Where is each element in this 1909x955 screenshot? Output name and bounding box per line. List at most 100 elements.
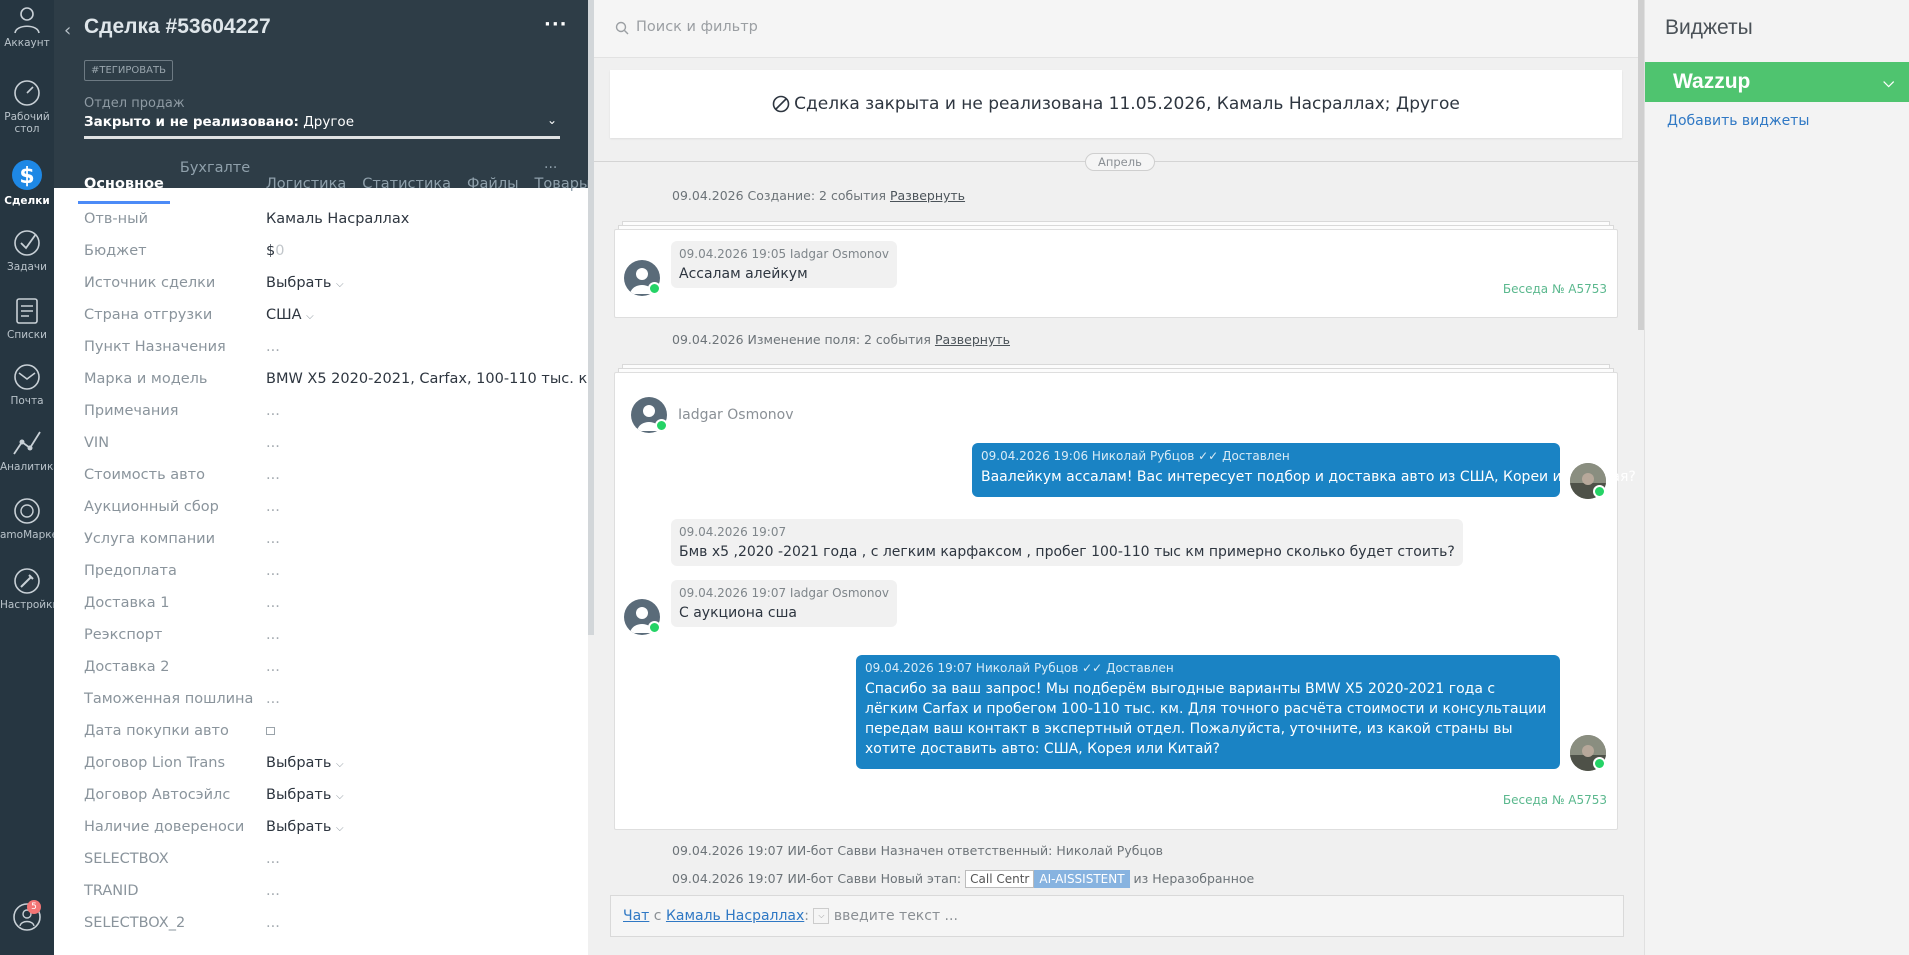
contact-link[interactable]: Камаль Насраллах: [666, 908, 804, 924]
conversation-link[interactable]: Беседа № A5753: [1503, 282, 1607, 296]
chevron-down-icon[interactable]: ⌵: [813, 908, 830, 924]
field-purchase-date[interactable]: Дата покупки авто: [84, 716, 564, 748]
field-prepayment[interactable]: Предоплата...: [84, 556, 564, 588]
nav-analytics[interactable]: Аналитика: [0, 428, 60, 473]
wazzup-widget[interactable]: Wazzup ⌵: [1645, 62, 1909, 102]
tabs-more-button[interactable]: ···: [544, 160, 557, 176]
field-tranid[interactable]: TRANID...: [84, 876, 564, 908]
event-stage-changed: 09.04.2026 19:07 ИИ-бот Савви Новый этап…: [672, 870, 1254, 888]
field-select[interactable]: Выбрать ⌵: [266, 755, 344, 771]
field-select[interactable]: Выбрать ⌵: [266, 787, 344, 803]
field-value[interactable]: $0: [266, 243, 284, 259]
nav-lists[interactable]: Списки: [0, 296, 54, 341]
field-value[interactable]: ...: [266, 339, 280, 355]
field-label: Услуга компании: [84, 531, 216, 547]
tag-button[interactable]: #ТЕГИРОВАТЬ: [84, 60, 173, 81]
nav-mail[interactable]: Почта: [0, 362, 54, 407]
feed-panel: Поиск и фильтр Сделка закрыта и не реали…: [594, 0, 1644, 955]
field-power-of-attorney[interactable]: Наличие довереноси Выбрать ⌵: [84, 812, 564, 844]
expand-link[interactable]: Развернуть: [935, 332, 1010, 347]
field-value[interactable]: ...: [266, 531, 280, 547]
field-auction-fee[interactable]: Аукционный сбор...: [84, 492, 564, 524]
select-value: Выбрать: [266, 819, 332, 835]
nav-chats[interactable]: 5: [0, 900, 54, 935]
select-value: Выбрать: [266, 787, 332, 803]
back-arrow-icon[interactable]: ‹: [64, 20, 71, 41]
sender-name: Iadgar Osmonov: [678, 407, 794, 423]
field-label: Дата покупки авто: [84, 723, 229, 739]
field-delivery-1[interactable]: Доставка 1...: [84, 588, 564, 620]
nav-label: Аналитика: [0, 461, 60, 473]
field-responsible[interactable]: Отв-ный Камаль Насраллах: [84, 204, 564, 236]
field-value[interactable]: ...: [266, 915, 280, 931]
search-bar[interactable]: Поиск и фильтр: [594, 0, 1638, 58]
chevron-down-icon[interactable]: ⌵: [1883, 62, 1894, 102]
tab-statistics[interactable]: Статистика: [362, 176, 451, 204]
field-select[interactable]: США ⌵: [266, 307, 314, 323]
field-selectbox[interactable]: SELECTBOX...: [84, 844, 564, 876]
field-value[interactable]: Камаль Насраллах: [266, 211, 409, 227]
search-input[interactable]: Поиск и фильтр: [636, 19, 758, 35]
chat-compose[interactable]: Чат с Камаль Насраллах: ⌵ введите текст …: [610, 895, 1624, 937]
field-shipping-country[interactable]: Страна отгрузки США ⌵: [84, 300, 564, 332]
field-value[interactable]: ...: [266, 499, 280, 515]
nav-dashboard[interactable]: Рабочий стол: [0, 78, 54, 135]
field-label: SELECTBOX: [84, 851, 169, 867]
stage-new-chip: AI-AISSISTENT: [1034, 870, 1130, 888]
expand-link[interactable]: Развернуть: [890, 188, 965, 203]
field-vin[interactable]: VIN...: [84, 428, 564, 460]
field-value[interactable]: ...: [266, 467, 280, 483]
more-options-icon[interactable]: ···: [544, 14, 568, 35]
field-selectbox-2[interactable]: SELECTBOX_2...: [84, 908, 564, 940]
field-reexport[interactable]: Реэкспорт...: [84, 620, 564, 652]
field-make-model[interactable]: Марка и модель BMW X5 2020-2021, Carfax, …: [84, 364, 598, 396]
nav-settings[interactable]: Настройки: [0, 566, 59, 611]
field-select[interactable]: Выбрать ⌵: [266, 819, 344, 835]
chevron-down-icon[interactable]: ⌄: [547, 113, 557, 127]
field-value[interactable]: ...: [266, 851, 280, 867]
currency-symbol: $: [266, 243, 276, 259]
field-delivery-2[interactable]: Доставка 2...: [84, 652, 564, 684]
delivery-status: Доставлен: [1222, 449, 1290, 463]
lists-icon: [16, 298, 38, 324]
nav-deals[interactable]: $ Сделки: [0, 158, 54, 207]
chat-type-link[interactable]: Чат: [623, 908, 649, 924]
field-contract-autosales[interactable]: Договор Автосэйлс Выбрать ⌵: [84, 780, 564, 812]
nav-market[interactable]: amoМаркет: [0, 496, 64, 541]
field-value[interactable]: ...: [266, 627, 280, 643]
field-value[interactable]: ...: [266, 691, 280, 707]
nav-label: Аккаунт: [4, 37, 50, 49]
field-value[interactable]: ...: [266, 563, 280, 579]
field-car-cost[interactable]: Стоимость авто...: [84, 460, 564, 492]
field-value[interactable]: ...: [266, 403, 280, 419]
conversation-link[interactable]: Беседа № A5753: [1503, 793, 1607, 807]
field-destination[interactable]: Пункт Назначения...: [84, 332, 564, 364]
field-company-service[interactable]: Услуга компании...: [84, 524, 564, 556]
message-author: 09.04.2026 19:06 Николай Рубцов: [981, 449, 1195, 463]
tab-files[interactable]: Файлы: [467, 176, 519, 204]
field-label: VIN: [84, 435, 110, 451]
tab-accounting[interactable]: Бухгалтерия: [180, 160, 250, 188]
add-widgets-link[interactable]: Добавить виджеты: [1667, 113, 1809, 129]
field-value[interactable]: ...: [266, 659, 280, 675]
message-text: Спасибо за ваш запрос! Мы подберём выгод…: [865, 681, 1547, 757]
field-value[interactable]: ...: [266, 883, 280, 899]
field-deal-source[interactable]: Источник сделки Выбрать ⌵: [84, 268, 564, 300]
tab-main[interactable]: Основное: [78, 176, 170, 204]
deal-status[interactable]: Закрыто и не реализовано: Другое: [84, 114, 354, 130]
field-value[interactable]: ...: [266, 595, 280, 611]
tab-products[interactable]: Товары: [535, 176, 591, 204]
nav-tasks[interactable]: Задачи: [0, 228, 54, 273]
field-select[interactable]: Выбрать ⌵: [266, 275, 344, 291]
field-contract-lion-trans[interactable]: Договор Lion Trans Выбрать ⌵: [84, 748, 564, 780]
field-value[interactable]: BMW X5 2020-2021, Carfax, 100-110 тыс. к…: [266, 371, 598, 387]
field-value[interactable]: ...: [266, 435, 280, 451]
date-picker[interactable]: [266, 723, 275, 739]
field-notes[interactable]: Примечания...: [84, 396, 564, 428]
message-input[interactable]: введите текст ...: [834, 908, 958, 924]
month-label: Апрель: [1085, 153, 1155, 171]
nav-account[interactable]: Аккаунт: [0, 4, 54, 49]
field-budget[interactable]: Бюджет $0: [84, 236, 564, 268]
field-customs-duty[interactable]: Таможенная пошлина...: [84, 684, 564, 716]
tab-logistics[interactable]: Логистика: [266, 176, 346, 204]
